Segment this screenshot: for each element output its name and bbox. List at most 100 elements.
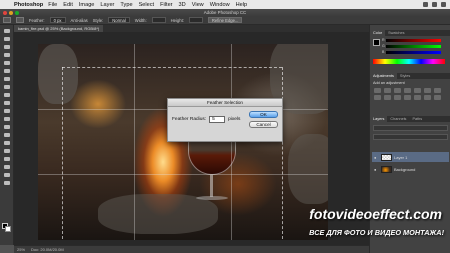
dodge-tool-icon[interactable]: [3, 132, 11, 138]
tab-adjustments[interactable]: Adjustments: [370, 73, 397, 79]
curves-icon[interactable]: [394, 88, 401, 93]
tab-channels[interactable]: Channels: [387, 116, 409, 122]
color-lookup-icon[interactable]: [404, 95, 411, 100]
photo-filter-icon[interactable]: [384, 95, 391, 100]
feather-input[interactable]: 0 px: [49, 17, 66, 23]
blue-slider[interactable]: [386, 51, 441, 54]
menu-layer[interactable]: Layer: [100, 2, 114, 8]
history-brush-tool-icon[interactable]: [3, 100, 11, 106]
channel-mixer-icon[interactable]: [394, 95, 401, 100]
path-select-tool-icon[interactable]: [3, 156, 11, 162]
feather-selection-dialog: Feather Selection Feather Radius: 5 pixe…: [167, 98, 283, 142]
layer-row[interactable]: ● Layer 1: [372, 152, 449, 162]
hue-saturation-icon[interactable]: [424, 88, 431, 93]
blend-mode-bar[interactable]: [373, 134, 448, 140]
menu-filter[interactable]: Filter: [160, 2, 172, 8]
width-input[interactable]: [151, 17, 166, 23]
battery-icon[interactable]: [432, 2, 437, 7]
gradient-tool-icon[interactable]: [3, 116, 11, 122]
menu-view[interactable]: View: [192, 2, 204, 8]
status-bar: 25% Doc: 20.0M/20.0M: [14, 245, 369, 253]
adjustment-icons: [374, 88, 442, 100]
brush-tool-icon[interactable]: [3, 84, 11, 90]
crop-tool-icon[interactable]: [3, 60, 11, 66]
refine-edge-button[interactable]: Refine Edge...: [207, 17, 243, 23]
exposure-icon[interactable]: [404, 88, 411, 93]
color-spectrum-ramp[interactable]: [373, 59, 445, 64]
height-input[interactable]: [188, 17, 203, 23]
eye-icon[interactable]: ●: [374, 155, 379, 160]
color-foreground-chip[interactable]: [373, 39, 380, 46]
color-balance-icon[interactable]: [434, 88, 441, 93]
layer-name[interactable]: Background: [394, 167, 415, 172]
tab-paths[interactable]: Paths: [409, 116, 425, 122]
red-slider[interactable]: [386, 39, 441, 42]
ok-button[interactable]: OK: [249, 111, 278, 118]
pen-tool-icon[interactable]: [3, 140, 11, 146]
posterize-icon[interactable]: [424, 95, 431, 100]
layer-name[interactable]: Layer 1: [394, 155, 407, 160]
blur-tool-icon[interactable]: [3, 124, 11, 130]
vibrance-icon[interactable]: [414, 88, 421, 93]
menu-select[interactable]: Select: [139, 2, 155, 8]
search-icon[interactable]: [441, 2, 446, 7]
green-slider[interactable]: [386, 45, 441, 48]
eraser-tool-icon[interactable]: [3, 108, 11, 114]
style-select[interactable]: Normal: [108, 17, 130, 23]
menu-type[interactable]: Type: [120, 2, 132, 8]
feather-label: Feather:: [29, 17, 45, 23]
healing-brush-tool-icon[interactable]: [3, 76, 11, 82]
layer-filter-bar[interactable]: [373, 125, 448, 131]
menu-file[interactable]: File: [48, 2, 57, 8]
antialias-checkbox[interactable]: Anti-alias: [71, 18, 88, 23]
type-tool-icon[interactable]: [3, 148, 11, 154]
menu-window[interactable]: Window: [210, 2, 230, 8]
marquee-tool-icon[interactable]: [3, 17, 11, 23]
feather-radius-row: Feather Radius: 5 pixels: [172, 116, 240, 123]
menu-image[interactable]: Image: [79, 2, 95, 8]
tab-layers[interactable]: Layers: [370, 116, 388, 122]
fireplace-photo[interactable]: [38, 44, 328, 240]
black-white-icon[interactable]: [374, 95, 381, 100]
shape-tool-icon[interactable]: [3, 164, 11, 170]
menu-app-name[interactable]: Photoshop: [14, 2, 43, 8]
brightness-icon[interactable]: [374, 88, 381, 93]
eye-icon[interactable]: ●: [374, 167, 379, 172]
eyedropper-tool-icon[interactable]: [3, 68, 11, 74]
zoom-tool-icon[interactable]: [3, 180, 11, 186]
cancel-button[interactable]: Cancel: [249, 121, 278, 128]
stone: [288, 134, 328, 204]
channel-b-label: B: [382, 50, 385, 54]
invert-icon[interactable]: [414, 95, 421, 100]
feather-radius-input[interactable]: 5: [209, 116, 226, 123]
document-info[interactable]: Doc: 20.0M/20.0M: [31, 247, 64, 252]
clone-stamp-tool-icon[interactable]: [3, 92, 11, 98]
lasso-tool-icon[interactable]: [3, 44, 11, 50]
threshold-icon[interactable]: [434, 95, 441, 100]
background-color-swatch[interactable]: [5, 226, 11, 232]
watermark-title: fotovideoeffect.com: [309, 206, 442, 222]
zoom-icon[interactable]: [15, 10, 19, 15]
quick-select-tool-icon[interactable]: [3, 52, 11, 58]
hand-tool-icon[interactable]: [3, 172, 11, 178]
selection-marquee-top: [62, 67, 282, 68]
menu-edit[interactable]: Edit: [63, 2, 73, 8]
tab-swatches[interactable]: Swatches: [385, 30, 407, 36]
menu-help[interactable]: Help: [236, 2, 248, 8]
close-icon[interactable]: [3, 10, 7, 15]
document-tab[interactable]: kamin_fire.psd @ 25% (Background, RGB/8*…: [14, 25, 104, 32]
stone: [38, 44, 78, 104]
move-tool-icon[interactable]: [3, 28, 11, 34]
style-label: Style:: [92, 17, 104, 23]
tab-styles[interactable]: Styles: [397, 73, 413, 79]
marquee-tool-icon[interactable]: [3, 36, 11, 42]
tab-color[interactable]: Color: [370, 30, 386, 36]
layer-row[interactable]: ● Background: [372, 164, 449, 174]
wifi-icon[interactable]: [423, 2, 428, 7]
minimize-icon[interactable]: [9, 10, 13, 15]
window-title-bar: Adobe Photoshop CC: [0, 9, 450, 16]
zoom-level[interactable]: 25%: [17, 247, 25, 252]
menu-3d[interactable]: 3D: [179, 2, 186, 8]
levels-icon[interactable]: [384, 88, 391, 93]
new-selection-icon[interactable]: [16, 17, 24, 23]
